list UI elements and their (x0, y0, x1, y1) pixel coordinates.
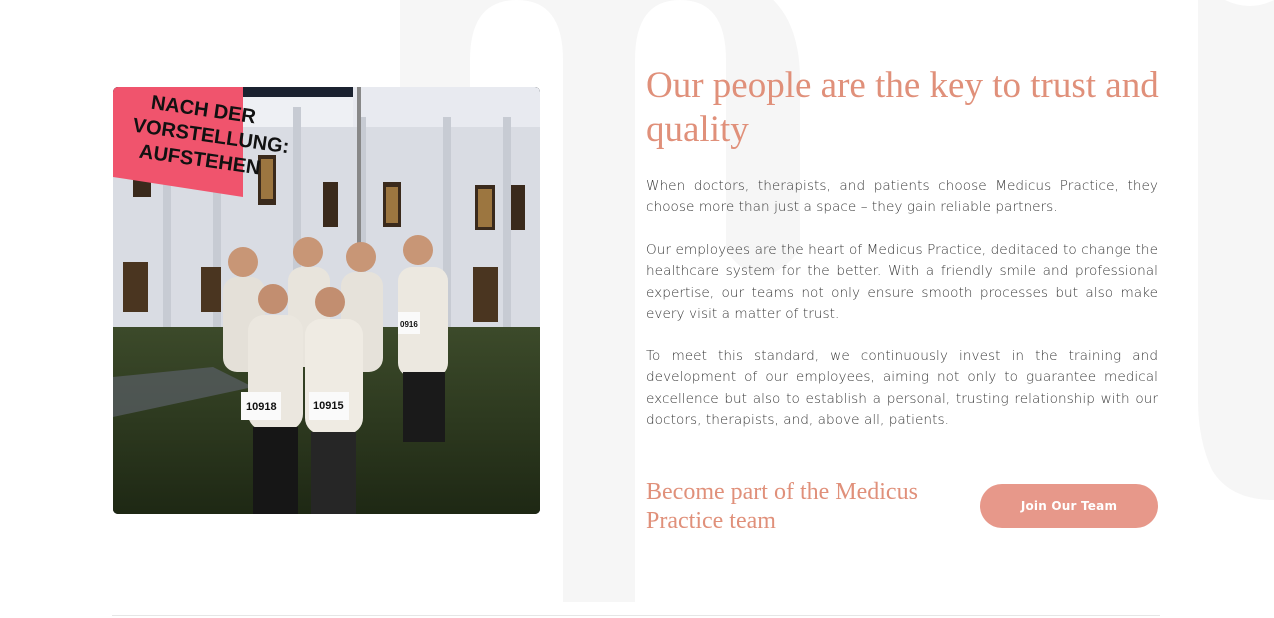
cta-heading: Become part of the Medicus Practice team (646, 479, 918, 534)
intro-paragraph: When doctors, therapists, and patients c… (646, 178, 1158, 216)
join-our-team-button[interactable]: Join Our Team (980, 484, 1158, 528)
bib-number-center: 10915 (313, 400, 344, 412)
team-photo: 10918 10915 0916 NACH DER VORSTELLUNG: A… (113, 87, 540, 514)
bib-number-right: 0916 (400, 320, 418, 329)
section-heading: Our people are the key to trust and qual… (646, 65, 1159, 150)
employees-paragraph: Our employees are the heart of Medicus P… (646, 242, 1158, 322)
bib-number-left: 10918 (246, 401, 277, 413)
section-divider (112, 615, 1160, 616)
training-paragraph: To meet this standard, we continuously i… (646, 348, 1158, 428)
team-section: 10918 10915 0916 NACH DER VORSTELLUNG: A… (0, 0, 1274, 618)
